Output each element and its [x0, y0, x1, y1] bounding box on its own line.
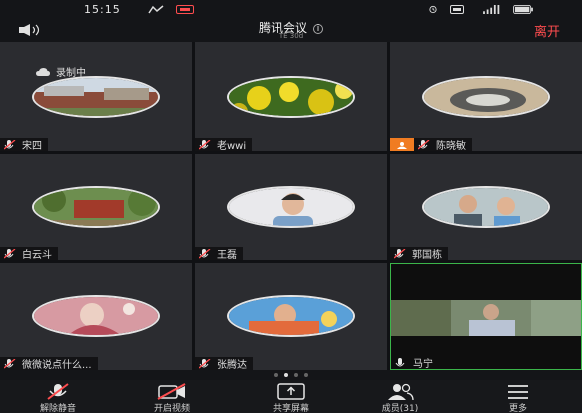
- participant-tile-active[interactable]: 马宁: [390, 263, 582, 370]
- avatar: [32, 295, 160, 337]
- participant-tile[interactable]: 微微说点什么...: [0, 263, 192, 370]
- participant-tile[interactable]: 陈晓敏: [390, 42, 582, 151]
- host-icon: [397, 141, 407, 149]
- alarm-icon: [429, 5, 437, 14]
- participant-tile[interactable]: 王磊: [195, 154, 387, 260]
- app-badge-icon: [176, 5, 194, 14]
- host-badge: [390, 138, 414, 151]
- card-icon: [450, 5, 464, 14]
- mic-muted-icon: [199, 358, 211, 369]
- meeting-header: 腾讯会议 i TE 30d 离开: [0, 18, 582, 42]
- meeting-subtitle: TE 30d: [278, 32, 304, 40]
- video-grid: 录制中 宋四 老wwi 陈晓敏 白云斗 王磊 郭国栋 微微说点什么... 张腾达…: [0, 42, 582, 370]
- mic-muted-icon: [394, 248, 406, 259]
- participant-name-row: 老wwi: [195, 138, 253, 151]
- participant-name: 陈晓敏: [436, 141, 466, 151]
- participant-name-row: 微微说点什么...: [0, 357, 98, 370]
- avatar: [227, 76, 355, 118]
- leave-button[interactable]: 离开: [534, 21, 560, 40]
- mic-muted-icon: [199, 248, 211, 259]
- avatar: [422, 186, 550, 228]
- page-indicator[interactable]: [0, 373, 582, 379]
- participant-name-row: 宋四: [0, 138, 48, 151]
- mic-muted-icon: [4, 248, 16, 259]
- camera-off-icon: [157, 383, 186, 400]
- share-screen-icon: [277, 383, 305, 400]
- page-dot[interactable]: [274, 373, 278, 377]
- avatar: [32, 76, 160, 118]
- participant-tile[interactable]: 录制中 宋四: [0, 42, 192, 151]
- participant-name: 微微说点什么...: [22, 360, 92, 370]
- page-dot[interactable]: [294, 373, 298, 377]
- participant-name-row: 白云斗: [0, 247, 58, 260]
- unmute-button[interactable]: 解除静音: [18, 380, 98, 413]
- participant-name: 老wwi: [217, 141, 247, 151]
- participant-name: 马宁: [413, 359, 433, 370]
- members-button[interactable]: 成员(31): [360, 380, 440, 413]
- participant-name-row: 王磊: [195, 247, 243, 260]
- more-icon: [508, 385, 528, 399]
- battery-icon: [513, 5, 533, 14]
- participant-tile[interactable]: 老wwi: [195, 42, 387, 151]
- status-time: 15:15: [84, 3, 121, 16]
- participant-name: 白云斗: [22, 250, 52, 260]
- mic-muted-icon: [4, 358, 16, 369]
- mic-icon: [395, 357, 405, 366]
- mic-muted-icon: [418, 139, 430, 150]
- participant-tile[interactable]: 郭国栋: [390, 154, 582, 260]
- participant-name-row: 马宁: [391, 356, 439, 369]
- video-feed: [391, 300, 581, 336]
- participant-tile[interactable]: 张腾达: [195, 263, 387, 370]
- participant-name-row: 张腾达: [195, 357, 253, 370]
- participant-name: 郭国栋: [412, 250, 442, 260]
- page-dot-current[interactable]: [284, 373, 288, 377]
- participant-tile[interactable]: 白云斗: [0, 154, 192, 260]
- start-video-button[interactable]: 开启视频: [132, 380, 212, 413]
- members-icon: [388, 383, 414, 400]
- status-bar: 15:15: [0, 0, 582, 20]
- mic-muted-icon: [47, 383, 69, 400]
- avatar: [227, 186, 355, 228]
- page-dot[interactable]: [304, 373, 308, 377]
- avatar: [422, 76, 550, 118]
- participant-name: 王磊: [217, 250, 237, 260]
- signal-icon: [483, 5, 500, 14]
- avatar: [227, 295, 355, 337]
- notification-icon: [148, 5, 164, 14]
- participant-name-row: 陈晓敏: [390, 138, 472, 151]
- cloud-icon: [36, 67, 50, 76]
- participant-name-row: 郭国栋: [390, 247, 448, 260]
- more-button[interactable]: 更多: [478, 380, 558, 413]
- participant-name: 张腾达: [217, 360, 247, 370]
- mic-muted-icon: [199, 139, 211, 150]
- meeting-toolbar: 解除静音 开启视频 共享屏幕 成员(31) 更多: [0, 380, 582, 413]
- share-screen-button[interactable]: 共享屏幕: [251, 380, 331, 413]
- avatar: [32, 186, 160, 228]
- participant-name: 宋四: [22, 141, 42, 151]
- mic-muted-icon: [4, 139, 16, 150]
